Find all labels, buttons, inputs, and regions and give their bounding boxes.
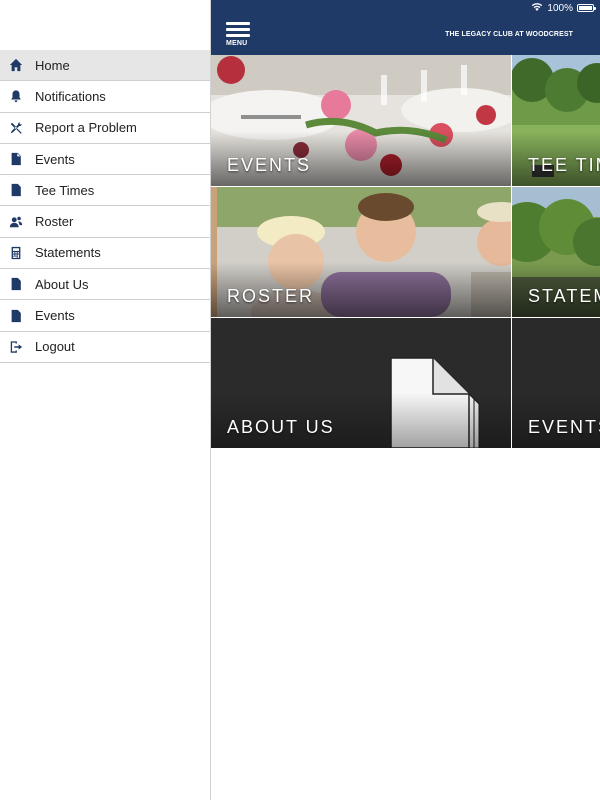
status-bar: 100% (531, 2, 596, 14)
bell-icon (8, 88, 24, 104)
tile-about-us[interactable]: ABOUT US (211, 318, 511, 448)
menu-item-report-a-problem[interactable]: Report a Problem (0, 113, 210, 144)
document-icon (8, 308, 24, 324)
menu-item-about-us[interactable]: About Us (0, 269, 210, 301)
tile-label: EVENTS (528, 417, 600, 437)
tools-icon (8, 120, 24, 136)
menu-item-label: Notifications (35, 88, 106, 104)
menu-item-label: Statements (35, 245, 101, 261)
battery-percent: 100% (547, 2, 573, 14)
menu-item-label: Report a Problem (35, 120, 137, 136)
menu-item-roster[interactable]: Roster (0, 206, 210, 238)
tile-label: ABOUT US (227, 417, 335, 437)
logout-icon (8, 339, 24, 355)
hamburger-icon (226, 22, 251, 37)
navigation-drawer: Home Notifications Report a Problem Even… (0, 0, 211, 800)
top-bar: 100% MENU THE LEGACY CLUB AT WOODCREST (211, 0, 600, 55)
tile-tee-times[interactable]: TEE TIMES (512, 55, 600, 186)
menu-item-label: About Us (35, 276, 89, 292)
home-icon (8, 57, 24, 73)
menu-item-events[interactable]: Events (0, 144, 210, 176)
tile-label: STATEMENTS (528, 286, 600, 306)
menu-item-label: Roster (35, 214, 74, 230)
menu-item-notifications[interactable]: Notifications (0, 81, 210, 113)
people-icon (8, 214, 24, 230)
calculator-icon (8, 245, 24, 261)
tile-label: TEE TIMES (528, 155, 600, 175)
tile-label: EVENTS (227, 155, 312, 175)
document-icon (8, 182, 24, 198)
document-icon (8, 151, 24, 167)
wifi-icon (531, 2, 543, 14)
menu-button[interactable]: MENU (226, 22, 251, 48)
menu-item-tee-times[interactable]: Tee Times (0, 175, 210, 207)
app-screen: Home Notifications Report a Problem Even… (0, 0, 600, 800)
menu-item-label: Tee Times (35, 182, 95, 198)
tile-label: ROSTER (227, 286, 315, 306)
tile-events-2[interactable]: EVENTS (512, 318, 600, 448)
tile-events[interactable]: EVENTS (211, 55, 511, 186)
menu-item-logout[interactable]: Logout (0, 332, 210, 363)
tile-grid: EVENTS TEE TIMES (211, 55, 600, 448)
menu-item-label: Events (35, 308, 75, 324)
menu-item-statements[interactable]: Statements (0, 238, 210, 270)
menu-item-label: Logout (35, 339, 75, 355)
menu-button-label: MENU (226, 40, 248, 47)
menu-item-label: Events (35, 151, 75, 167)
club-title: THE LEGACY CLUB AT WOODCREST (445, 31, 573, 38)
document-icon (8, 276, 24, 292)
tile-roster[interactable]: ROSTER (211, 187, 511, 317)
menu-item-label: Home (35, 57, 70, 73)
battery-icon (577, 4, 596, 12)
menu-list: Home Notifications Report a Problem Even… (0, 50, 210, 363)
tile-statements[interactable]: STATEMENTS (512, 187, 600, 317)
menu-item-home[interactable]: Home (0, 50, 210, 82)
menu-item-events-2[interactable]: Events (0, 300, 210, 332)
